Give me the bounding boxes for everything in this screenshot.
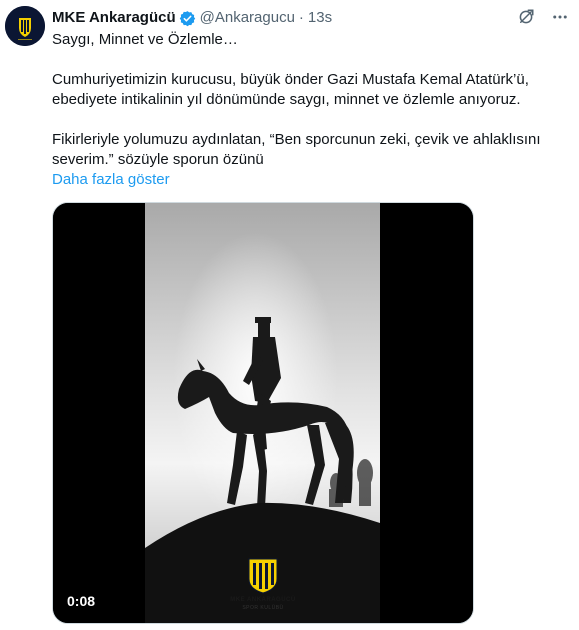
video-player[interactable]: MKE ANKARAGÜCÜ SPOR KULÜBÜ 0:08 <box>52 202 474 624</box>
tweet-header: MKE Ankaragücü @Ankaragucu · 13s <box>52 8 567 28</box>
club-logo-icon <box>5 6 45 46</box>
author-handle[interactable]: @Ankaragucu <box>200 8 295 28</box>
tweet-paragraph: Saygı, Minnet ve Özlemle… <box>52 31 238 48</box>
tweet-actions <box>515 6 571 28</box>
club-logo-icon <box>248 558 278 594</box>
club-sub-text: SPOR KULÜBÜ <box>242 605 284 611</box>
separator-dot: · <box>298 9 304 26</box>
tweet-paragraph: Fikirleriyle yolumuzu aydınlatan, “Ben s… <box>52 131 541 168</box>
video-duration: 0:08 <box>67 593 96 609</box>
video-frame <box>53 203 473 623</box>
tweet-text: Saygı, Minnet ve Özlemle… Cumhuriyetimiz… <box>52 30 562 190</box>
author-name[interactable]: MKE Ankaragücü <box>52 8 176 28</box>
show-more-link[interactable]: Daha fazla göster <box>52 170 170 190</box>
grok-icon[interactable] <box>515 6 537 28</box>
tweet-paragraph: Cumhuriyetimizin kurucusu, büyük önder G… <box>52 71 529 108</box>
verified-badge-icon <box>179 10 196 27</box>
timestamp[interactable]: 13s <box>308 8 332 28</box>
club-logo-text: MKE ANKARAGÜCÜ <box>230 597 296 603</box>
avatar[interactable] <box>5 6 45 46</box>
more-icon[interactable] <box>549 6 571 28</box>
